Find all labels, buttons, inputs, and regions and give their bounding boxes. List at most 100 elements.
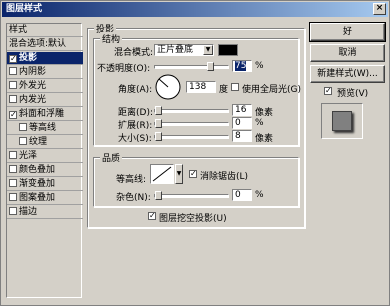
blend-mode-select[interactable]: 正片叠底 ▼ — [154, 44, 214, 56]
quality-title: 品质 — [100, 151, 123, 164]
antialias-label: 消除锯齿(L) — [200, 172, 249, 182]
angle-value: 138 — [189, 82, 207, 92]
window-title: 图层样式 — [6, 4, 43, 14]
distance-slider-thumb[interactable] — [155, 106, 162, 115]
style-list-item[interactable]: 内阴影 — [7, 66, 83, 79]
style-list-item[interactable]: ✓ 斜面和浮雕 — [7, 108, 83, 121]
blend-mode-value: 正片叠底 — [157, 45, 194, 55]
contour-picker[interactable] — [150, 164, 174, 184]
style-list-item[interactable]: 样式 — [7, 24, 83, 37]
close-icon[interactable]: × — [373, 3, 386, 15]
style-list-checkbox[interactable]: ✓ — [9, 111, 17, 119]
global-light-label: 使用全局光(G) — [242, 85, 301, 95]
opacity-input[interactable]: 75 — [232, 60, 252, 72]
style-list-checkbox[interactable] — [9, 179, 17, 187]
preview-checkbox[interactable]: ✓ — [324, 87, 332, 95]
shadow-color-swatch[interactable] — [218, 44, 238, 56]
style-list-checkbox[interactable] — [9, 207, 17, 215]
size-label: 大小(S): — [118, 134, 152, 144]
distance-label: 距离(D): — [118, 108, 153, 118]
style-list-label: 内阴影 — [19, 67, 47, 77]
style-list-checkbox[interactable] — [9, 151, 17, 159]
antialias-checkbox[interactable]: ✓ — [189, 170, 197, 178]
opacity-slider[interactable] — [154, 62, 229, 71]
style-list-item[interactable]: ✓ 投影 — [7, 52, 83, 65]
opacity-label: 不透明度(O): — [97, 64, 151, 74]
noise-value: 0 — [235, 190, 241, 200]
style-list-item[interactable]: 纹理 — [7, 136, 83, 149]
cancel-button[interactable]: 取消 — [310, 44, 385, 62]
style-list-item[interactable]: 光泽 — [7, 150, 83, 163]
size-unit: 像素 — [255, 134, 274, 144]
knockout-checkbox[interactable]: ✓ — [148, 212, 156, 220]
style-list-label: 内发光 — [19, 95, 47, 105]
global-light-checkbox[interactable] — [231, 83, 239, 91]
style-list-item[interactable]: 混合选项:默认 — [7, 38, 83, 51]
distance-value: 16 — [235, 105, 247, 115]
style-list-item[interactable]: 描边 — [7, 206, 83, 219]
preview-thumbnail — [332, 111, 352, 131]
size-slider-thumb[interactable] — [155, 132, 162, 141]
style-list-item[interactable]: 内发光 — [7, 94, 83, 107]
structure-group: 结构 混合模式: 正片叠底 ▼ 不透明度(O): 75 % 角度(A): 138… — [93, 32, 301, 146]
opacity-value: 75 — [235, 61, 247, 71]
style-list-item[interactable]: 外发光 — [7, 80, 83, 93]
style-preview — [321, 103, 363, 139]
style-list-checkbox[interactable] — [9, 165, 17, 173]
distance-input[interactable]: 16 — [232, 104, 252, 116]
style-list-checkbox[interactable] — [9, 81, 17, 89]
style-list-item[interactable]: 颜色叠加 — [7, 164, 83, 177]
contour-label: 等高线: — [116, 175, 147, 185]
contour-dropdown-icon[interactable]: ▼ — [175, 164, 183, 184]
opacity-slider-thumb[interactable] — [207, 62, 214, 71]
size-slider[interactable] — [154, 132, 229, 141]
style-list-checkbox[interactable] — [19, 123, 27, 131]
angle-input[interactable]: 138 — [186, 81, 216, 93]
styles-list: 样式 混合选项:默认 ✓ 投影 内阴影 外发光 内发光 ✓ 斜面和浮雕 等高线 纹理 光泽 颜色叠加 渐变… — [6, 23, 83, 298]
style-list-label: 描边 — [19, 207, 38, 217]
title-bar: 图层样式 × — [2, 2, 388, 17]
new-style-button[interactable]: 新建样式(W)... — [310, 65, 385, 83]
opacity-unit: % — [255, 61, 264, 71]
noise-input[interactable]: 0 — [232, 189, 252, 201]
spread-input[interactable]: 0 — [232, 117, 252, 129]
angle-dial-icon[interactable] — [154, 73, 182, 101]
distance-slider[interactable] — [154, 106, 229, 115]
noise-label: 杂色(N): — [116, 193, 151, 203]
ok-button[interactable]: 好 — [309, 22, 386, 42]
size-value: 8 — [235, 131, 241, 141]
style-list-label: 等高线 — [29, 123, 57, 133]
style-list-checkbox[interactable] — [9, 67, 17, 75]
size-input[interactable]: 8 — [232, 130, 252, 142]
style-list-label: 斜面和浮雕 — [19, 109, 65, 119]
quality-group: 品质 等高线: ▼ ✓ 消除锯齿(L) 杂色(N): 0 % — [93, 151, 299, 207]
chevron-down-icon[interactable]: ▼ — [203, 45, 213, 55]
spread-value: 0 — [235, 118, 241, 128]
spread-slider-thumb[interactable] — [155, 119, 162, 128]
style-list-label: 颜色叠加 — [19, 165, 56, 175]
style-list-checkbox[interactable] — [19, 137, 27, 145]
noise-slider[interactable] — [154, 191, 229, 200]
style-list-checkbox[interactable] — [9, 193, 17, 201]
style-list-label: 渐变叠加 — [19, 179, 56, 189]
knockout-label: 图层挖空投影(U) — [159, 214, 227, 224]
distance-unit: 像素 — [255, 108, 274, 118]
structure-title: 结构 — [100, 32, 123, 45]
spread-slider[interactable] — [154, 119, 229, 128]
style-list-item[interactable]: 等高线 — [7, 122, 83, 135]
style-list-label: 样式 — [9, 25, 28, 35]
style-list-label: 纹理 — [29, 137, 48, 147]
spread-label: 扩展(R): — [118, 121, 153, 131]
style-list-item[interactable]: 图案叠加 — [7, 192, 83, 205]
style-list-label: 混合选项:默认 — [9, 39, 67, 49]
drop-shadow-group: 投影 结构 混合模式: 正片叠底 ▼ 不透明度(O): 75 % 角度(A): … — [87, 22, 305, 228]
style-list-label: 投影 — [19, 53, 38, 63]
angle-unit: 度 — [219, 85, 229, 95]
style-list-checkbox[interactable] — [9, 95, 17, 103]
preview-label: 预览(V) — [337, 89, 369, 99]
spread-unit: % — [255, 118, 264, 128]
noise-slider-thumb[interactable] — [155, 191, 162, 200]
style-list-item[interactable]: 渐变叠加 — [7, 178, 83, 191]
angle-label: 角度(A): — [118, 85, 153, 95]
style-list-checkbox[interactable]: ✓ — [9, 55, 17, 63]
